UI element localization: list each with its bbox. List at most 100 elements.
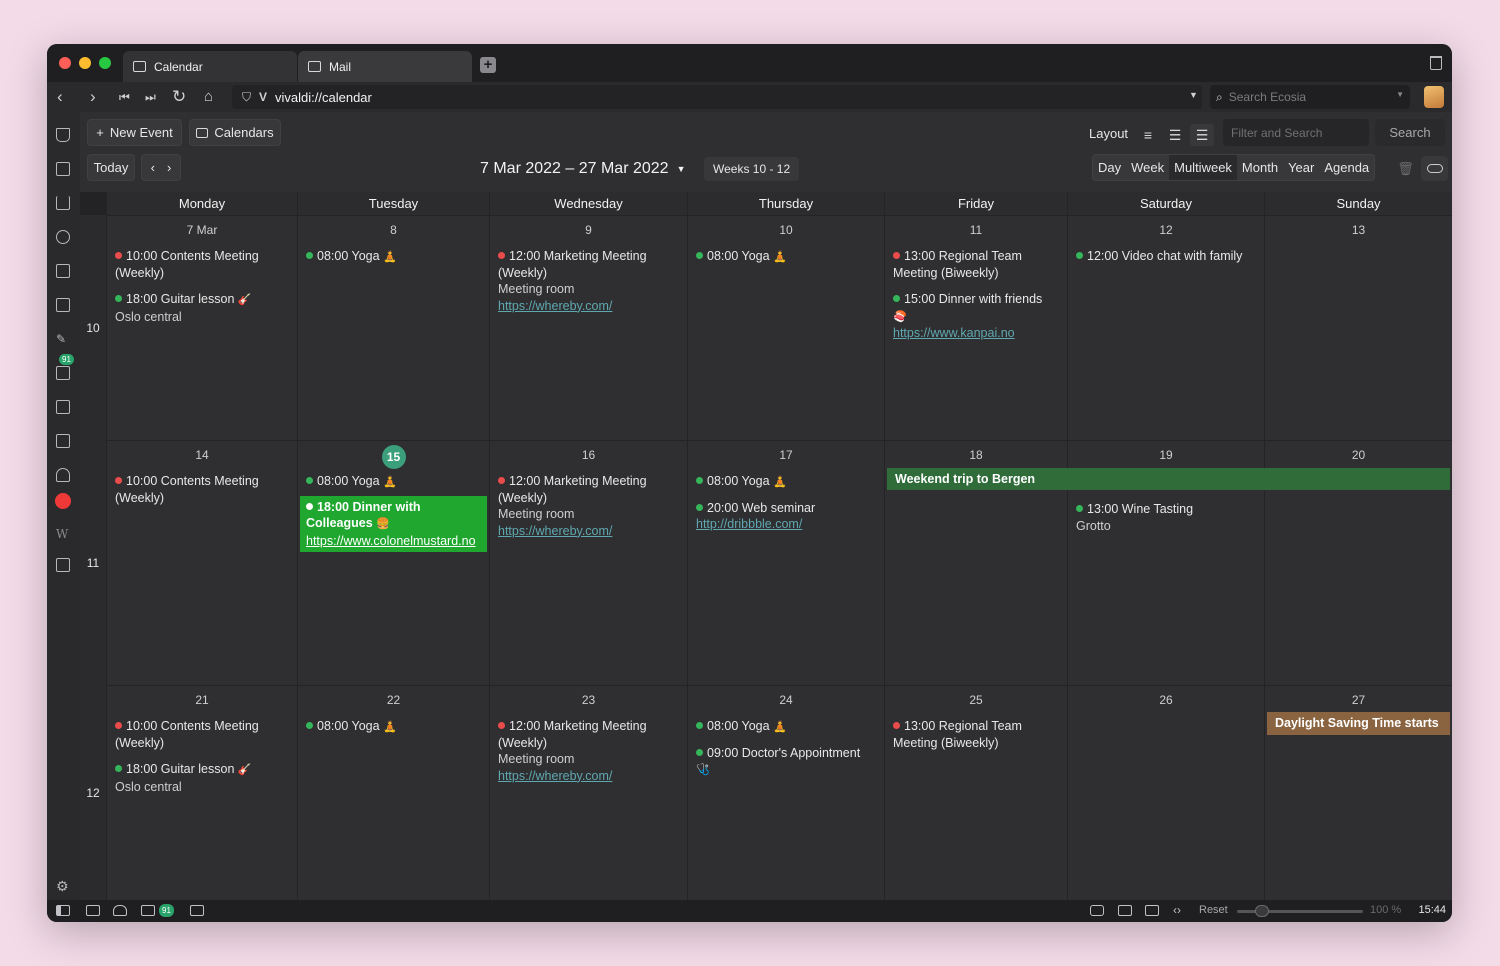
- notes-icon[interactable]: [56, 264, 70, 278]
- week-number[interactable]: 11: [80, 556, 106, 570]
- layout-medium-icon[interactable]: ☰: [1163, 124, 1187, 146]
- day-cell[interactable]: 24 08:00 Yoga 🧘 09:00 Doctor's Appointment…: [687, 685, 884, 900]
- tab-mail[interactable]: Mail: [298, 51, 472, 82]
- calendar-event[interactable]: 08:00 Yoga 🧘: [306, 718, 481, 736]
- mail-icon[interactable]: [56, 366, 70, 380]
- calendar-event[interactable]: 08:00 Yoga 🧘: [306, 473, 481, 491]
- calendar-event[interactable]: 15:00 Dinner with friends 🍣 https://www.k…: [893, 291, 1059, 342]
- tab-calendar[interactable]: Calendar: [123, 51, 297, 82]
- calendar-event[interactable]: 12:00 Marketing Meeting (Weekly) Meeting …: [498, 473, 679, 539]
- day-number[interactable]: 25: [885, 693, 1067, 707]
- search-button[interactable]: Search: [1375, 119, 1445, 146]
- vivaldi-icon[interactable]: [55, 493, 71, 509]
- day-number[interactable]: 27: [1265, 693, 1452, 707]
- event-link[interactable]: https://www.colonelmustard.no: [306, 533, 481, 550]
- calendar-event[interactable]: 18:00 Guitar lesson 🎸 Oslo central: [115, 291, 289, 325]
- day-cell[interactable]: 8 08:00 Yoga 🧘: [297, 215, 489, 440]
- day-cell[interactable]: 23 12:00 Marketing Meeting (Weekly) Meetin…: [489, 685, 687, 900]
- calendar-event[interactable]: 20:00 Web seminar http://dribbble.com/: [696, 500, 876, 533]
- day-number[interactable]: 23: [490, 693, 687, 707]
- event-link[interactable]: https://whereby.com/: [498, 298, 679, 315]
- today-button[interactable]: Today: [87, 154, 135, 181]
- downloads-icon[interactable]: [56, 196, 70, 210]
- day-cell[interactable]: 12 12:00 Video chat with family: [1067, 215, 1264, 440]
- calendar-event[interactable]: 10:00 Contents Meeting (Weekly): [115, 248, 289, 281]
- day-cell[interactable]: 15 08:00 Yoga 🧘 18:00 Dinner with Colleagu…: [297, 440, 489, 685]
- toggle-sidebar-button[interactable]: [1421, 156, 1448, 181]
- event-link[interactable]: http://dribbble.com/: [696, 516, 876, 533]
- window-icon[interactable]: [56, 298, 70, 312]
- today-date-badge[interactable]: 15: [381, 445, 406, 469]
- day-number[interactable]: 19: [1068, 448, 1264, 462]
- calendar-icon[interactable]: [56, 400, 70, 414]
- code-icon[interactable]: ‹›: [1173, 903, 1181, 917]
- day-cell[interactable]: 16 12:00 Marketing Meeting (Weekly) Meetin…: [489, 440, 687, 685]
- view-week[interactable]: Week: [1126, 155, 1169, 180]
- feeds-icon[interactable]: [56, 434, 70, 448]
- shield-icon[interactable]: ⛉: [242, 90, 251, 105]
- panel-toggle-icon[interactable]: [56, 905, 70, 916]
- day-cell[interactable]: 21 10:00 Contents Meeting (Weekly) 18:00 G…: [106, 685, 297, 900]
- day-number[interactable]: 20: [1265, 448, 1452, 462]
- calendar-event[interactable]: 12:00 Video chat with family: [1076, 248, 1256, 265]
- gear-icon[interactable]: ⚙: [56, 878, 69, 895]
- tab-tiling-icon[interactable]: [86, 905, 100, 916]
- view-agenda[interactable]: Agenda: [1319, 155, 1374, 180]
- day-number[interactable]: 18: [885, 448, 1067, 462]
- url-field[interactable]: ⛉ V vivaldi://calendar: [232, 85, 1202, 109]
- fast-forward-icon[interactable]: ⏭: [145, 87, 156, 107]
- day-cell[interactable]: 22 08:00 Yoga 🧘: [297, 685, 489, 900]
- calendar-event[interactable]: 10:00 Contents Meeting (Weekly): [115, 473, 289, 506]
- new-event-button[interactable]: + New Event: [87, 119, 182, 146]
- day-number[interactable]: 8: [298, 223, 489, 237]
- zoom-reset-button[interactable]: Reset: [1199, 904, 1228, 916]
- close-window-button[interactable]: [59, 57, 71, 69]
- tiling-icon[interactable]: [1118, 905, 1132, 916]
- history-icon[interactable]: [56, 230, 70, 244]
- allday-event[interactable]: Daylight Saving Time starts: [1267, 712, 1450, 735]
- calendar-event[interactable]: 09:00 Doctor's Appointment 🩺: [696, 745, 876, 779]
- day-number[interactable]: 9: [490, 223, 687, 237]
- day-cell[interactable]: 7 Mar 10:00 Contents Meeting (Weekly) 18:0…: [106, 215, 297, 440]
- chevron-left-icon[interactable]: ‹: [151, 160, 155, 175]
- view-month[interactable]: Month: [1237, 155, 1283, 180]
- calendars-button[interactable]: Calendars: [189, 119, 281, 146]
- view-day[interactable]: Day: [1093, 155, 1126, 180]
- day-number[interactable]: 24: [688, 693, 884, 707]
- mail-icon[interactable]: [141, 905, 155, 916]
- day-number[interactable]: 13: [1265, 223, 1452, 237]
- filter-input[interactable]: Filter and Search: [1223, 119, 1369, 146]
- day-number[interactable]: 11: [885, 223, 1067, 237]
- day-cell[interactable]: 25 13:00 Regional Team Meeting (Biweekly): [884, 685, 1067, 900]
- zoom-slider-handle[interactable]: [1255, 905, 1269, 917]
- calendar-event[interactable]: 12:00 Marketing Meeting (Weekly) Meeting …: [498, 248, 679, 314]
- view-year[interactable]: Year: [1283, 155, 1319, 180]
- layout-large-icon[interactable]: ☰: [1190, 124, 1214, 146]
- week-number[interactable]: 12: [80, 786, 106, 800]
- day-number[interactable]: 17: [688, 448, 884, 462]
- day-cell[interactable]: 13: [1264, 215, 1452, 440]
- calendar-event[interactable]: 13:00 Regional Team Meeting (Biweekly): [893, 718, 1059, 751]
- chevron-down-icon[interactable]: ▼: [1396, 90, 1404, 99]
- chevron-down-icon[interactable]: ▼: [1189, 90, 1198, 100]
- calendar-event[interactable]: 13:00 Wine Tasting Grotto: [1076, 501, 1256, 534]
- day-number[interactable]: 12: [1068, 223, 1264, 237]
- calendar-icon[interactable]: [190, 905, 204, 916]
- week-number[interactable]: 10: [80, 321, 106, 335]
- delete-icon[interactable]: 🗑: [1392, 156, 1419, 181]
- day-number[interactable]: 10: [688, 223, 884, 237]
- calendar-event[interactable]: 08:00 Yoga 🧘: [696, 718, 876, 736]
- event-link[interactable]: https://whereby.com/: [498, 523, 679, 540]
- day-number[interactable]: 21: [107, 693, 297, 707]
- add-panel-icon[interactable]: [56, 558, 70, 572]
- day-number[interactable]: 7 Mar: [107, 223, 297, 237]
- day-number[interactable]: 14: [107, 448, 297, 462]
- rewind-icon[interactable]: ⏮: [119, 87, 130, 107]
- calendar-event[interactable]: 18:00 Guitar lesson 🎸 Oslo central: [115, 761, 289, 795]
- calendar-event[interactable]: 12:00 Marketing Meeting (Weekly) Meeting …: [498, 718, 679, 784]
- day-number[interactable]: 26: [1068, 693, 1264, 707]
- highlighted-event[interactable]: 18:00 Dinner with Colleagues 🍔 https://ww…: [300, 495, 487, 552]
- calendar-event[interactable]: 10:00 Contents Meeting (Weekly): [115, 718, 289, 751]
- wikipedia-icon[interactable]: W: [56, 527, 68, 541]
- day-cell[interactable]: 17 08:00 Yoga 🧘 20:00 Web seminar http://dr…: [687, 440, 884, 685]
